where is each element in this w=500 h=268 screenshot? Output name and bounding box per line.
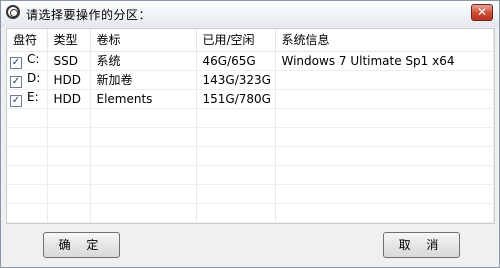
drive-letter: C: [27,52,40,66]
drive-cell: ✓ E: [7,89,48,109]
empty-row [7,146,494,166]
usage-cell: 143G/323G [196,70,276,90]
drive-cell: ✓ C: [7,51,48,71]
drive-letter: E: [27,90,39,104]
table-row[interactable]: ✓ D: HDD 新加卷 143G/323G [7,70,494,90]
sysinfo-cell [275,89,494,109]
type-cell: HDD [47,70,91,90]
partition-checkbox[interactable]: ✓ [10,76,22,88]
drive-letter: D: [27,71,41,85]
partition-checkbox[interactable]: ✓ [10,95,22,107]
sysinfo-cell: Windows 7 Ultimate Sp1 x64 [275,51,494,71]
dialog-window: 请选择要操作的分区： ✕ 盘符 类型 卷标 已用/空闲 系统信息 ✓ C: SSD [0,0,500,268]
empty-row [7,108,494,128]
table-row[interactable]: ✓ C: SSD 系统 46G/65G Windows 7 Ultimate Sp… [7,51,494,71]
column-header-type[interactable]: 类型 [47,29,91,52]
label-cell: 新加卷 [90,70,197,90]
ok-button[interactable]: 确 定 [43,232,120,258]
label-cell: 系统 [90,51,197,71]
type-cell: HDD [47,89,91,109]
drive-cell: ✓ D: [7,70,48,90]
empty-row [7,165,494,185]
title-bar[interactable]: 请选择要操作的分区： ✕ [1,1,499,27]
empty-row [7,127,494,147]
column-header-usage[interactable]: 已用/空闲 [196,29,276,52]
table-row[interactable]: ✓ E: HDD Elements 151G/780G [7,89,494,109]
column-header-label[interactable]: 卷标 [90,29,197,52]
button-bar: 确 定 取 消 [1,224,499,267]
app-icon [6,5,20,19]
close-button[interactable]: ✕ [471,4,493,21]
cancel-button[interactable]: 取 消 [383,232,460,258]
usage-cell: 151G/780G [196,89,276,109]
usage-cell: 46G/65G [196,51,276,71]
partition-table: 盘符 类型 卷标 已用/空闲 系统信息 ✓ C: SSD 系统 46G/65G W… [7,29,494,223]
column-header-sysinfo[interactable]: 系统信息 [275,29,494,52]
type-cell: SSD [47,51,91,71]
empty-row [7,203,494,223]
sysinfo-cell [275,70,494,90]
dialog-title: 请选择要操作的分区： [26,8,152,22]
table-header-row: 盘符 类型 卷标 已用/空闲 系统信息 [7,29,494,52]
partition-checkbox[interactable]: ✓ [10,57,22,69]
empty-row [7,184,494,204]
label-cell: Elements [90,89,197,109]
partition-list: 盘符 类型 卷标 已用/空闲 系统信息 ✓ C: SSD 系统 46G/65G W… [6,28,495,224]
column-header-drive[interactable]: 盘符 [7,29,48,52]
